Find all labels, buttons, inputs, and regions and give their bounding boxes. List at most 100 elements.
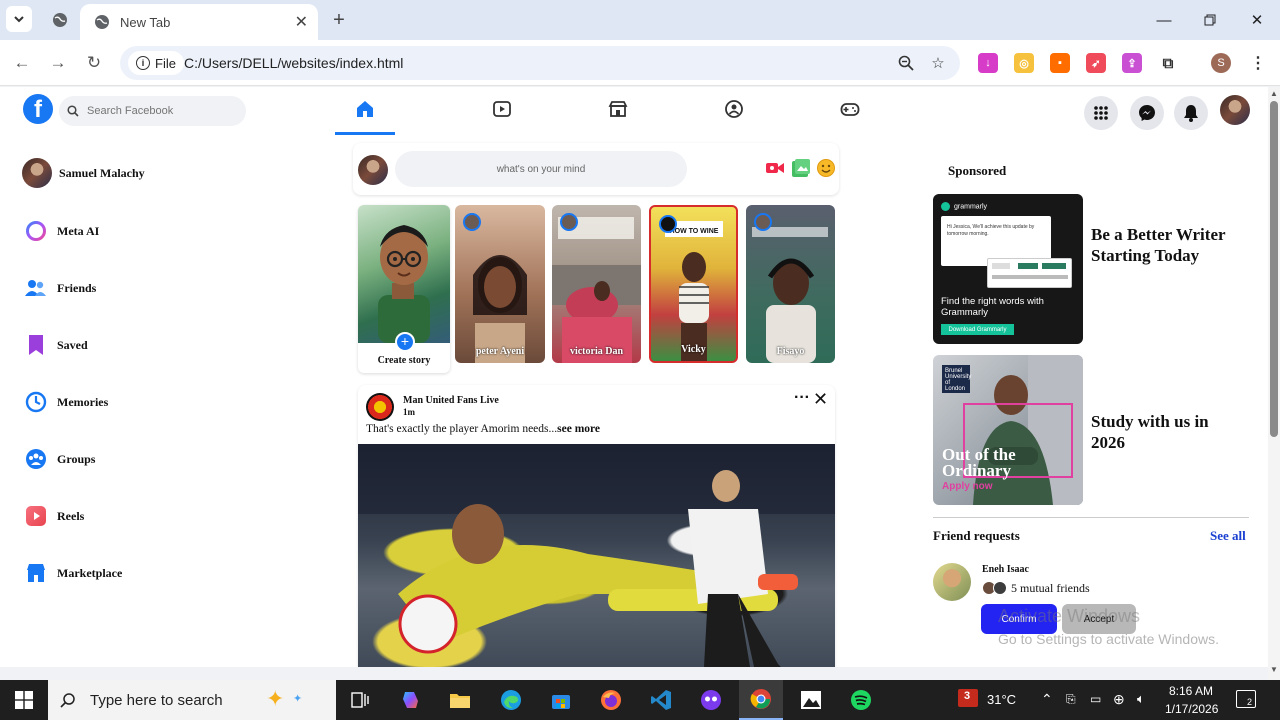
post-image[interactable] xyxy=(358,444,835,667)
create-story-card[interactable]: + Create story xyxy=(358,205,450,373)
composer-input[interactable]: what's on your mind xyxy=(395,151,687,187)
video-nav-button[interactable] xyxy=(491,98,513,120)
volume-icon[interactable]: 🔈︎ xyxy=(1137,691,1145,707)
clock-date[interactable]: 1/17/2026 xyxy=(1165,702,1218,716)
ad1-headline[interactable]: Be a Better Writer Starting Today xyxy=(1091,224,1241,266)
edge-app[interactable] xyxy=(489,680,533,720)
photos-app[interactable] xyxy=(789,680,833,720)
file-explorer-app[interactable] xyxy=(438,680,482,720)
sidebar-item-groups[interactable]: Groups xyxy=(22,445,95,473)
zoom-icon[interactable] xyxy=(895,52,917,74)
new-tab-button[interactable]: + xyxy=(328,9,350,31)
sidebar-item-profile[interactable]: Samuel Malachy xyxy=(22,158,145,188)
scroll-down-arrow-icon[interactable]: ▼ xyxy=(1270,665,1278,674)
grammarly-ad-image[interactable]: grammarly Hi Jessica, We'll achieve this… xyxy=(933,194,1083,344)
chevron-up-icon[interactable]: ⌃ xyxy=(1041,691,1053,708)
story-name: victoria Dan xyxy=(569,346,624,357)
marketplace-nav-button[interactable] xyxy=(607,98,629,120)
more-options-icon[interactable]: ··· xyxy=(794,389,810,407)
usb-icon[interactable]: ⎘ xyxy=(1066,692,1076,707)
page-scrollbar[interactable]: ▲ ▼ xyxy=(1268,87,1280,680)
post-author-avatar[interactable] xyxy=(366,393,394,421)
sidebar-item-saved[interactable]: Saved xyxy=(22,331,88,359)
notifications-button[interactable] xyxy=(1174,96,1208,130)
forward-button[interactable]: → xyxy=(46,52,70,74)
close-window-button[interactable]: ✕ xyxy=(1234,0,1280,40)
reload-button[interactable]: ↻ xyxy=(82,52,106,74)
extension-icon[interactable]: ◎ xyxy=(1014,53,1034,73)
brunel-ad-image[interactable]: Brunel University of London Out of the O… xyxy=(933,355,1083,505)
home-nav-button[interactable] xyxy=(354,98,376,120)
network-icon[interactable]: ⊕ xyxy=(1113,691,1125,708)
tab-group-button[interactable] xyxy=(44,8,76,32)
back-button[interactable]: ← xyxy=(10,52,34,74)
sidebar-item-memories[interactable]: Memories xyxy=(22,388,108,416)
see-all-link[interactable]: See all xyxy=(1210,528,1246,544)
friend-request-name[interactable]: Eneh Isaac xyxy=(982,564,1029,575)
facebook-search[interactable] xyxy=(59,96,246,126)
feeling-icon[interactable] xyxy=(816,158,836,183)
account-avatar[interactable] xyxy=(1220,95,1250,125)
share-extension-icon[interactable]: ⇪ xyxy=(1122,53,1142,73)
sidebar-item-friends[interactable]: Friends xyxy=(22,274,96,302)
sidebar-item-reels[interactable]: Reels xyxy=(22,502,84,530)
taskbar-search[interactable]: Type here to search ✦ ✦ xyxy=(48,680,336,720)
post-author-name[interactable]: Man United Fans Live xyxy=(403,395,499,406)
battery-icon[interactable]: ▭ xyxy=(1090,692,1101,706)
friend-requests-title: Friend requests xyxy=(933,528,1020,543)
scroll-up-arrow-icon[interactable]: ▲ xyxy=(1270,89,1278,98)
add-story-icon[interactable]: + xyxy=(395,332,415,352)
browser-tab[interactable]: New Tab ✕ xyxy=(80,4,318,40)
story-card[interactable]: Fisayo xyxy=(746,205,835,363)
grammarly-logo: grammarly xyxy=(941,202,987,211)
story-card[interactable]: peter Ayeni xyxy=(455,205,545,363)
chrome-app[interactable] xyxy=(739,680,783,720)
bell-icon xyxy=(1184,105,1198,122)
sidebar-item-meta-ai[interactable]: Meta AI xyxy=(22,217,99,245)
rocket-extension-icon[interactable]: ➶ xyxy=(1086,53,1106,73)
tab-close-icon[interactable]: ✕ xyxy=(295,12,308,32)
scrollbar-thumb[interactable] xyxy=(1270,101,1278,437)
copilot-app[interactable] xyxy=(389,680,433,720)
clock-time[interactable]: 8:16 AM xyxy=(1169,684,1213,698)
start-button[interactable] xyxy=(0,680,48,720)
url-text[interactable]: C:/Users/DELL/websites/index.html xyxy=(184,55,403,71)
site-info-label: File xyxy=(155,55,176,71)
kebab-menu-icon[interactable]: ⋮ xyxy=(1248,53,1268,73)
facebook-search-input[interactable] xyxy=(87,105,237,117)
post-body: That's exactly the player Amorim needs..… xyxy=(366,423,558,435)
gaming-nav-button[interactable] xyxy=(839,98,861,120)
minimize-button[interactable]: — xyxy=(1141,0,1187,40)
omnibox[interactable]: i File C:/Users/DELL/websites/index.html… xyxy=(120,46,960,80)
vscode-app[interactable] xyxy=(639,680,683,720)
messenger-button[interactable] xyxy=(1130,96,1164,130)
story-card[interactable]: victoria Dan xyxy=(552,205,641,363)
weather-temperature[interactable]: 31°C xyxy=(987,692,1016,707)
restore-button[interactable] xyxy=(1187,0,1233,40)
notification-center-icon[interactable]: 2 xyxy=(1236,690,1256,708)
bookmark-star-icon[interactable]: ☆ xyxy=(927,52,949,74)
weather-alert-icon[interactable]: 3 xyxy=(958,689,978,707)
facebook-logo[interactable]: f xyxy=(23,94,53,124)
photo-icon[interactable] xyxy=(791,158,811,183)
close-icon[interactable]: ✕ xyxy=(813,389,828,410)
site-info-button[interactable]: i File xyxy=(128,51,184,75)
download-extension-icon[interactable]: ↓ xyxy=(978,53,998,73)
see-more-link[interactable]: see more xyxy=(557,423,600,435)
firefox-app[interactable] xyxy=(589,680,633,720)
groups-nav-button[interactable] xyxy=(723,98,745,120)
story-card[interactable]: HOW TO WINE Vicky xyxy=(649,205,738,363)
profile-avatar[interactable]: S xyxy=(1211,53,1231,73)
live-video-icon[interactable] xyxy=(765,160,785,181)
ad2-headline[interactable]: Study with us in 2026 xyxy=(1091,411,1221,453)
pdf-extension-icon[interactable]: ▪ xyxy=(1050,53,1070,73)
menu-grid-button[interactable] xyxy=(1084,96,1118,130)
sidebar-item-marketplace[interactable]: Marketplace xyxy=(22,559,122,587)
task-view-button[interactable] xyxy=(338,680,382,720)
tab-search-button[interactable] xyxy=(6,6,32,32)
puzzle-extensions-icon[interactable]: ⧉ xyxy=(1158,53,1178,73)
friend-request-avatar[interactable] xyxy=(933,563,971,601)
store-app[interactable] xyxy=(539,680,583,720)
purple-app[interactable] xyxy=(689,680,733,720)
spotify-app[interactable] xyxy=(839,680,883,720)
